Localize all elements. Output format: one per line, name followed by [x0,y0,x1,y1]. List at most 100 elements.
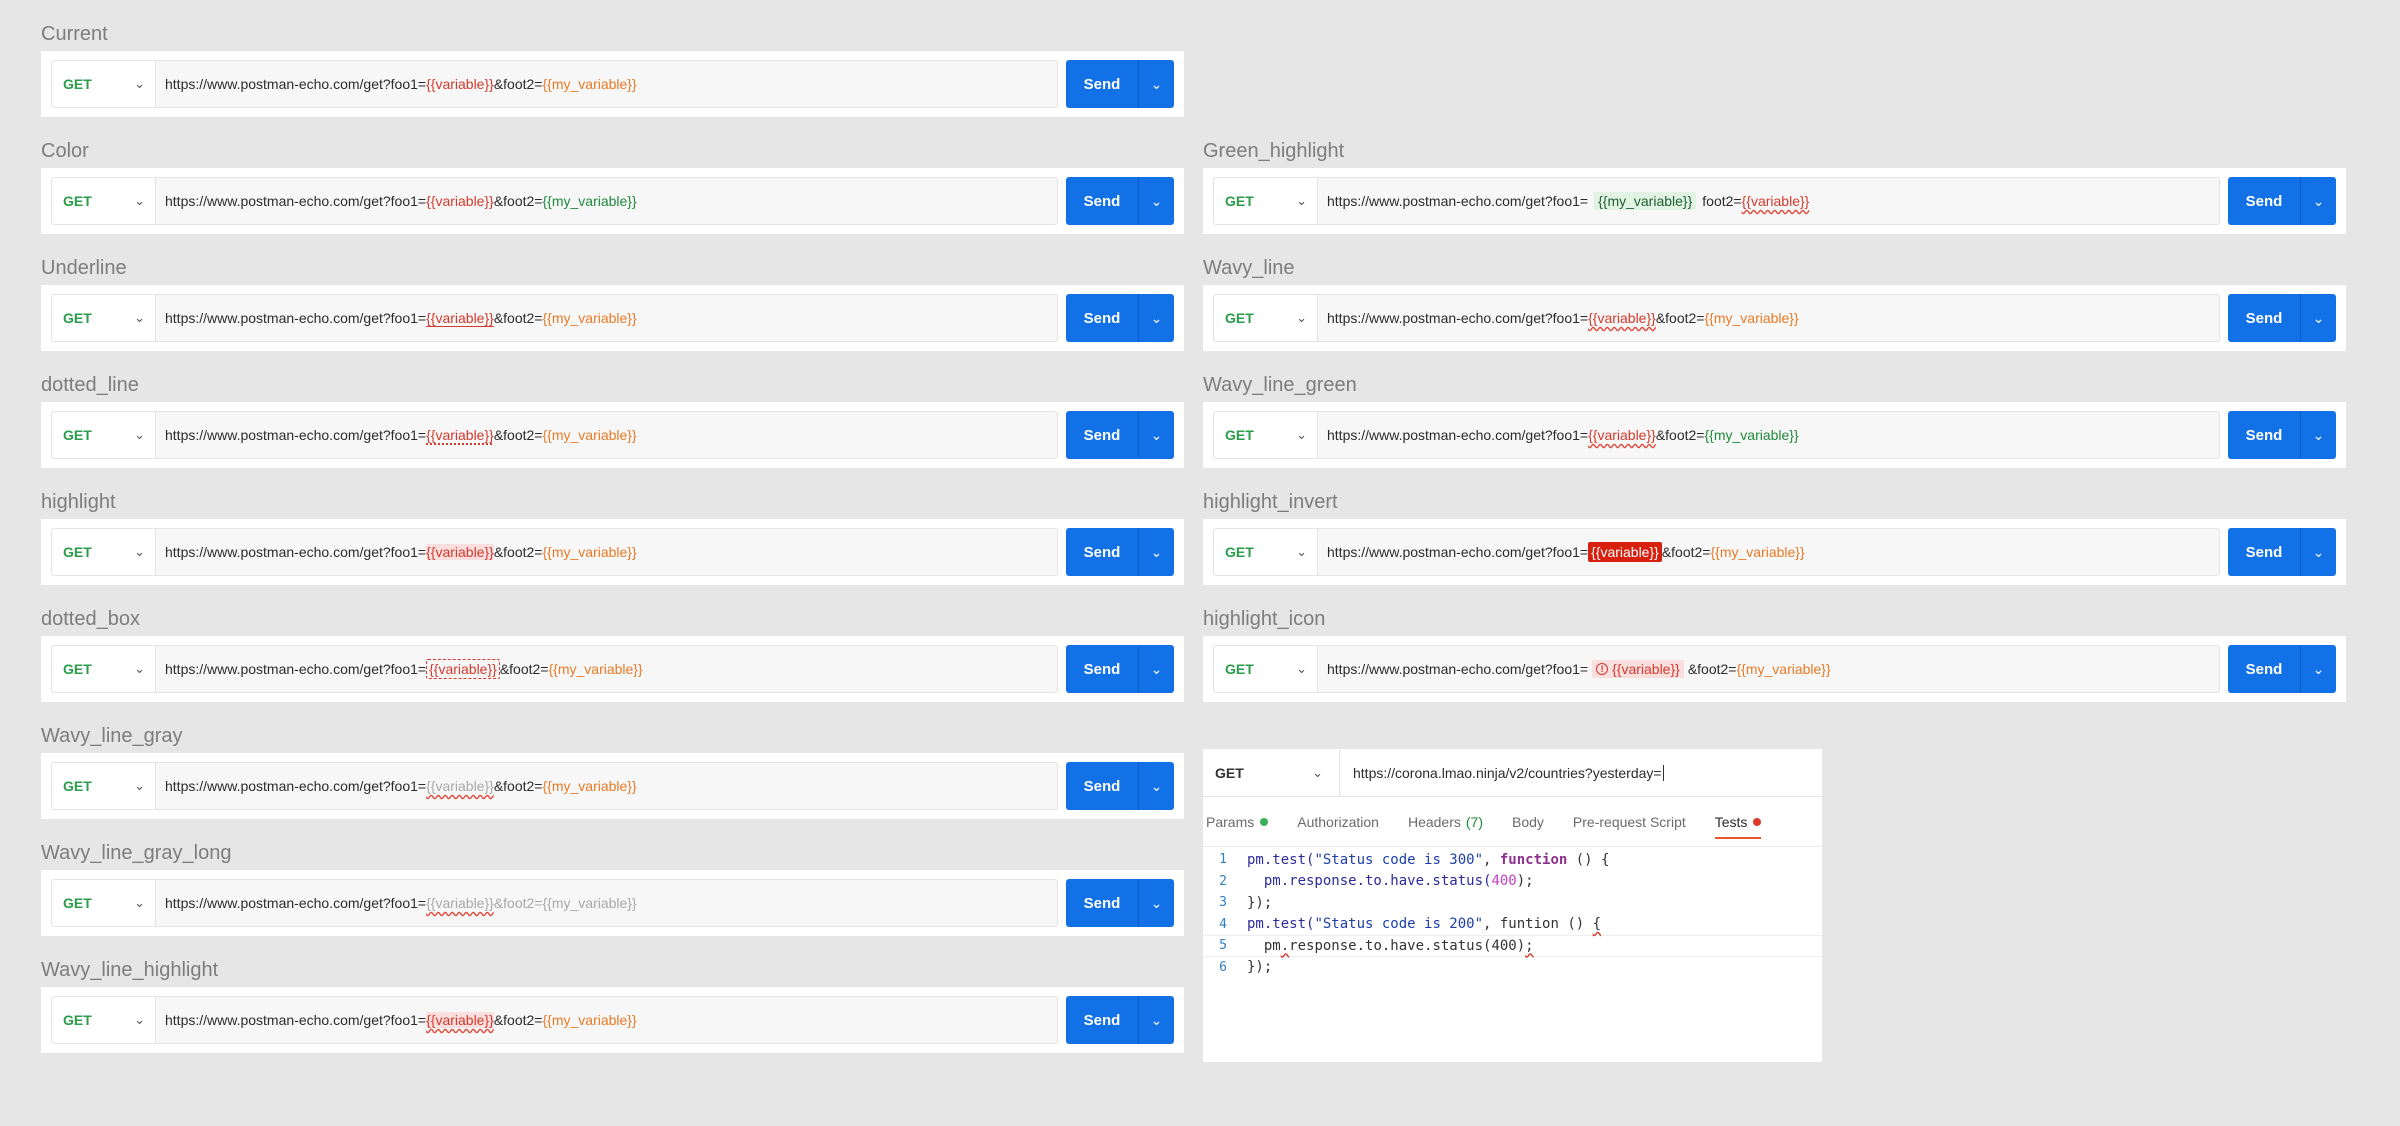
variable-token: {{variable}} [426,310,494,326]
send-button[interactable]: Send [2228,645,2300,693]
send-button-group: Send ⌄ [1066,528,1174,576]
method-select[interactable]: GET ⌄ [1214,412,1318,458]
send-button[interactable]: Send [1066,879,1138,927]
send-dropdown-icon[interactable]: ⌄ [2300,528,2336,576]
method-select[interactable]: GET ⌄ [52,295,156,341]
method-select[interactable]: GET ⌄ [1214,178,1318,224]
method-select[interactable]: GET ⌄ [52,178,156,224]
url-input[interactable]: https://www.postman-echo.com/get?foo1={{… [156,529,1057,575]
variable-token: {{my_variable}} [542,193,637,209]
url-mid: &foot2= [493,895,543,911]
method-select[interactable]: GET ⌄ [52,61,156,107]
variable-token: {{my_variable}} [542,310,637,326]
url-mid: &foot2= [1661,544,1711,560]
method-select[interactable]: GET ⌄ [52,529,156,575]
url-prefix: https://www.postman-echo.com/get?foo1= [165,778,427,794]
send-button[interactable]: Send [1066,528,1138,576]
method-select[interactable]: GET ⌄ [52,412,156,458]
send-dropdown-icon[interactable]: ⌄ [2300,294,2336,342]
send-dropdown-icon[interactable]: ⌄ [1138,762,1174,810]
url-input[interactable]: https://www.postman-echo.com/get?foo1={{… [156,412,1057,458]
method-select[interactable]: GET ⌄ [1203,749,1340,796]
variable-token: {{variable}} [426,76,494,92]
url-input[interactable]: https://www.postman-echo.com/get?foo1={{… [156,178,1057,224]
send-dropdown-icon[interactable]: ⌄ [1138,411,1174,459]
send-dropdown-icon[interactable]: ⌄ [1138,528,1174,576]
variable-token: {{my_variable}} [1704,427,1799,443]
code-token: response.to.have.status(400) [1289,937,1526,954]
url-mid: &foot2= [1655,310,1705,326]
url-box: GET ⌄ https://www.postman-echo.com/get?fo… [51,294,1058,342]
send-dropdown-icon[interactable]: ⌄ [2300,411,2336,459]
url-input[interactable]: https://www.postman-echo.com/get?foo1={{… [156,997,1057,1043]
method-select[interactable]: GET ⌄ [1214,295,1318,341]
method-label: GET [63,544,92,560]
send-button-group: Send ⌄ [2228,645,2336,693]
url-mid: foot2= [1702,193,1742,209]
method-select[interactable]: GET ⌄ [52,763,156,809]
url-prefix: https://www.postman-echo.com/get?foo1= [1327,193,1589,209]
code-line: 5 pm. response.to.have.status(400); [1203,935,1822,957]
method-select[interactable]: GET ⌄ [52,997,156,1043]
url-box: GET ⌄ https://www.postman-echo.com/get?fo… [51,762,1058,810]
block-title: highlight_invert [1203,491,1338,513]
tab-label: Pre-request Script [1572,813,1686,830]
send-dropdown-icon[interactable]: ⌄ [1138,60,1174,108]
variable-token: {{my_variable}} [542,427,637,443]
send-dropdown-icon[interactable]: ⌄ [1138,996,1174,1044]
send-dropdown-icon[interactable]: ⌄ [1138,177,1174,225]
url-mid: &foot2= [493,1012,543,1028]
send-dropdown-icon[interactable]: ⌄ [2300,177,2336,225]
method-select[interactable]: GET ⌄ [1214,646,1318,692]
block-title: Color [41,140,89,162]
send-button[interactable]: Send [2228,411,2300,459]
url-input[interactable]: https://www.postman-echo.com/get?foo1={{… [1318,295,2219,341]
tab-pre-request-script[interactable]: Pre-request Script [1573,797,1686,847]
request-bar: GET ⌄ https://www.postman-echo.com/get?fo… [41,402,1184,468]
method-select[interactable]: GET ⌄ [52,880,156,926]
tab-headers[interactable]: Headers (7) [1408,797,1483,847]
variable-token: {{my_variable}} [542,1012,637,1028]
url-input[interactable]: https://www.postman-echo.com/get?foo1= {{… [1318,412,2219,458]
send-button[interactable]: Send [1066,762,1138,810]
code-editor[interactable]: 1 pm .test("Status code is 300", function… [1203,847,1822,978]
code-error-token: . [1280,937,1290,954]
send-button[interactable]: Send [1066,411,1138,459]
request-bar: GET ⌄ https://www.postman-echo.com/get?fo… [1203,285,2346,351]
send-button-group: Send ⌄ [2228,294,2336,342]
tab-tests[interactable]: Tests [1714,797,1762,847]
send-button[interactable]: Send [1066,60,1138,108]
url-mid: &foot2= [493,310,543,326]
send-button[interactable]: Send [1066,294,1138,342]
send-button[interactable]: Send [1066,645,1138,693]
send-dropdown-icon[interactable]: ⌄ [1138,645,1174,693]
send-button-group: Send ⌄ [2228,177,2336,225]
variable-token: {{my_variable}} [542,778,637,794]
variable-token: {{variable}} [426,544,494,560]
url-input[interactable]: https://corona.lmao.ninja/v2/countries?y… [1340,749,1822,796]
method-select[interactable]: GET ⌄ [52,646,156,692]
url-input[interactable]: https://www.postman-echo.com/get?foo1={{… [1318,529,2219,575]
tab-body[interactable]: Body [1512,797,1544,847]
url-input[interactable]: https://www.postman-echo.com/get?foo1={{… [156,61,1057,107]
tab-params[interactable]: Params [1206,797,1269,847]
block-wavy-line-gray: Wavy_line_gray GET ⌄ https://www.postman-… [41,719,1184,819]
url-input[interactable]: https://www.postman-echo.com/get?foo1={{… [156,295,1057,341]
method-select[interactable]: GET ⌄ [1214,529,1318,575]
url-prefix: https://www.postman-echo.com/get?foo1= [1327,427,1589,443]
url-input[interactable]: https://www.postman-echo.com/get?foo1={{… [156,880,1057,926]
url-input[interactable]: https://www.postman-echo.com/get?foo1={{… [156,646,1057,692]
send-button-group: Send ⌄ [2228,411,2336,459]
send-button[interactable]: Send [2228,177,2300,225]
tab-authorization[interactable]: Authorization [1297,797,1379,847]
send-dropdown-icon[interactable]: ⌄ [2300,645,2336,693]
send-dropdown-icon[interactable]: ⌄ [1138,294,1174,342]
send-button[interactable]: Send [1066,177,1138,225]
send-button[interactable]: Send [1066,996,1138,1044]
send-button[interactable]: Send [2228,294,2300,342]
send-dropdown-icon[interactable]: ⌄ [1138,879,1174,927]
send-button[interactable]: Send [2228,528,2300,576]
url-input[interactable]: https://www.postman-echo.com/get?foo1=!{… [1318,646,2219,692]
url-input[interactable]: https://www.postman-echo.com/get?foo1= {{… [156,763,1057,809]
url-input[interactable]: https://www.postman-echo.com/get?foo1={{… [1318,178,2219,224]
